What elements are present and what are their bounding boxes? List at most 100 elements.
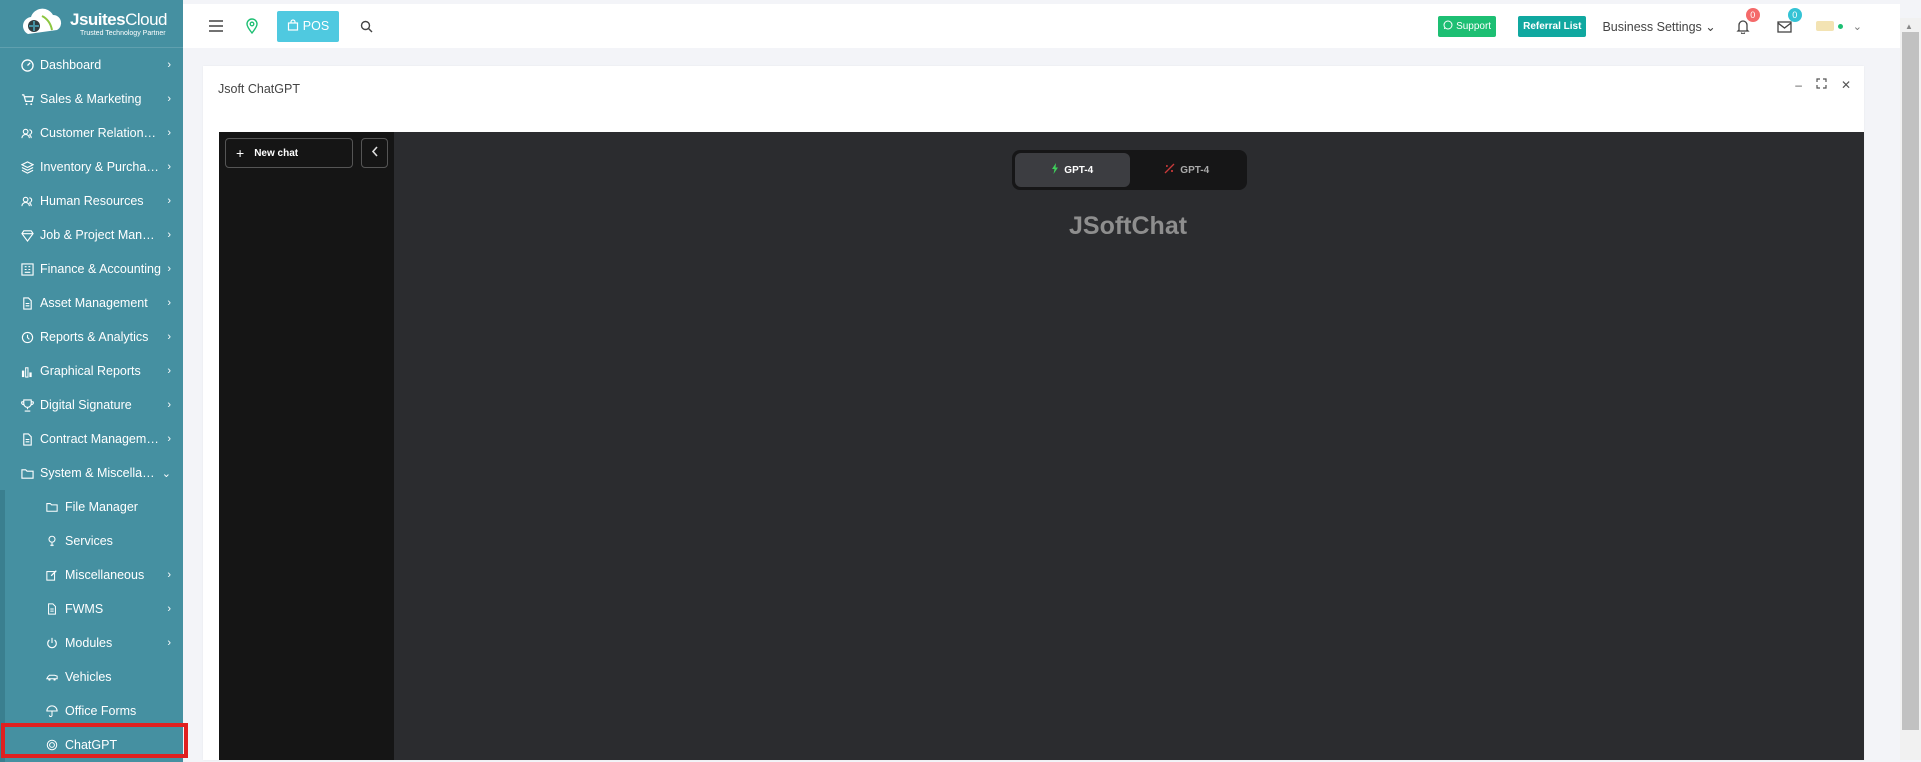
chevron-right-icon: › [167,229,171,241]
sidebar-item-label: Graphical Reports [40,364,141,378]
sidebar-item-finance-accounting[interactable]: Finance & Accounting › [0,252,183,286]
sidebar-item-reports-analytics[interactable]: Reports & Analytics › [0,320,183,354]
top-navbar: POS Support Referral List Business Setti… [183,4,1900,48]
chat-title-text: JSoftChat [1069,212,1188,240]
model-option-gpt4-active[interactable]: GPT-4 [1015,153,1130,187]
gauge-icon [20,58,34,72]
sidebar-item-human-resources[interactable]: Human Resources › [0,184,183,218]
collapse-sidebar-button[interactable] [361,138,388,168]
sidebar-item-label: Human Resources [40,194,144,208]
sidebar-item-label: Modules [65,636,113,650]
sidebar-item-label: Miscellaneous [65,568,145,582]
fullscreen-icon[interactable] [1816,78,1827,92]
document-icon [45,602,59,616]
model-option-gpt4[interactable]: GPT-4 [1130,153,1245,187]
sidebar-item-job-project[interactable]: Job & Project Manag... › [0,218,183,252]
sidebar-subitem-modules[interactable]: Modules › [5,626,183,660]
chevron-right-icon: › [167,297,171,309]
brand-name-bold: Jsuites [70,9,126,29]
chatgpt-panel: Jsoft ChatGPT – ✕ + New chat GPT-4 GPT-4 [203,66,1864,760]
location-pin-icon[interactable] [241,15,263,37]
sidebar-item-inventory-purchasing[interactable]: Inventory & Purchasi... › [0,150,183,184]
trophy-icon [20,398,34,412]
sidebar-item-label: Inventory & Purchasi... [40,160,161,174]
cloud-logo-icon [20,6,64,42]
brand-name-light: Cloud [125,9,168,29]
brand-logo[interactable]: JsuitesCloud Trusted Technology Partner [0,0,183,48]
chevron-down-icon: ⌄ [1852,20,1862,33]
model-label: GPT-4 [1180,164,1210,176]
scroll-up-arrow-icon[interactable]: ▲ [1905,22,1913,31]
minimize-icon[interactable]: – [1795,78,1802,92]
referral-list-button[interactable]: Referral List [1518,15,1587,37]
sidebar-submenu: File Manager Services Miscellaneous › FW… [0,490,183,762]
chevron-right-icon: › [167,399,171,411]
sidebar-item-label: Reports & Analytics [40,330,149,344]
online-status-dot [1837,23,1843,29]
power-icon [45,636,59,650]
diamond-icon [20,228,34,242]
sidebar-subitem-miscellaneous[interactable]: Miscellaneous › [5,558,183,592]
vehicle-icon [45,670,59,684]
folder-icon [20,466,34,480]
sidebar-subitem-file-manager[interactable]: File Manager [5,490,183,524]
sidebar-item-label: Job & Project Manag... [40,228,161,242]
bar-chart-icon [20,364,34,378]
user-avatar-menu[interactable]: ⌄ [1815,20,1862,33]
support-label: Support [1456,20,1492,32]
sidebar-subitem-vehicles[interactable]: Vehicles [5,660,183,694]
sidebar-item-label: Office Forms [65,704,137,718]
sidebar-subitem-office-forms[interactable]: Office Forms [5,694,183,728]
sidebar-item-graphical-reports[interactable]: Graphical Reports › [0,354,183,388]
pos-button[interactable]: POS [277,10,339,42]
layers-icon [20,160,34,174]
sidebar-item-sales-marketing[interactable]: Sales & Marketing › [0,82,183,116]
sidebar-item-contract-management[interactable]: Contract Management › [0,422,183,456]
notifications-bell-icon[interactable]: 0 [1732,8,1760,37]
new-chat-button[interactable]: + New chat [225,138,353,168]
chevron-right-icon: › [167,263,171,275]
sidebar-item-customer-relationship[interactable]: Customer Relationshi... › [0,116,183,150]
sidebar-item-label: FWMS [65,602,104,616]
clock-icon [20,330,34,344]
whatsapp-icon [1443,20,1453,33]
cart-icon [20,92,34,106]
chevron-right-icon: › [167,127,171,139]
messages-count-badge: 0 [1787,8,1802,22]
sidebar-item-label: Finance & Accounting [40,262,161,276]
sidebar-item-label: ChatGPT [65,738,118,752]
sidebar-item-system-misc[interactable]: System & Miscellaneo... ⌄ [0,456,183,490]
business-settings-dropdown[interactable]: Business Settings ⌄ [1602,19,1715,34]
ledger-icon [20,262,34,276]
support-button[interactable]: Support [1438,15,1497,37]
sidebar-subitem-services[interactable]: Services [5,524,183,558]
chevron-left-icon [371,144,379,162]
chevron-right-icon: › [167,331,171,343]
sidebar-subitem-fwms[interactable]: FWMS › [5,592,183,626]
notifications-count-badge: 0 [1745,8,1760,22]
users-icon [20,194,34,208]
sidebar-item-dashboard[interactable]: Dashboard › [0,48,183,82]
page-scrollbar[interactable]: ▲ [1900,18,1921,760]
scrollbar-thumb[interactable] [1902,32,1919,730]
sidebar-item-label: Customer Relationshi... [40,126,161,140]
sidebar-item-label: Dashboard [40,58,102,72]
target-icon [45,738,59,752]
sidebar-item-label: Contract Management [40,432,161,446]
plus-icon: + [236,145,245,161]
sidebar-item-digital-signature[interactable]: Digital Signature › [0,388,183,422]
chevron-right-icon: › [167,569,171,581]
search-icon[interactable] [355,15,377,37]
sidebar-item-label: File Manager [65,500,138,514]
sidebar-item-label: Vehicles [65,670,112,684]
sidebar-item-asset-management[interactable]: Asset Management › [0,286,183,320]
close-icon[interactable]: ✕ [1841,78,1851,92]
chevron-right-icon: › [167,603,171,615]
chevron-right-icon: › [167,637,171,649]
chevron-down-icon: ⌄ [161,467,171,480]
shopping-bag-icon [287,18,299,34]
menu-toggle-icon[interactable] [205,15,227,37]
chevron-right-icon: › [167,195,171,207]
messages-mail-icon[interactable]: 0 [1774,8,1802,37]
sidebar-subitem-chatgpt[interactable]: ChatGPT [5,728,183,762]
